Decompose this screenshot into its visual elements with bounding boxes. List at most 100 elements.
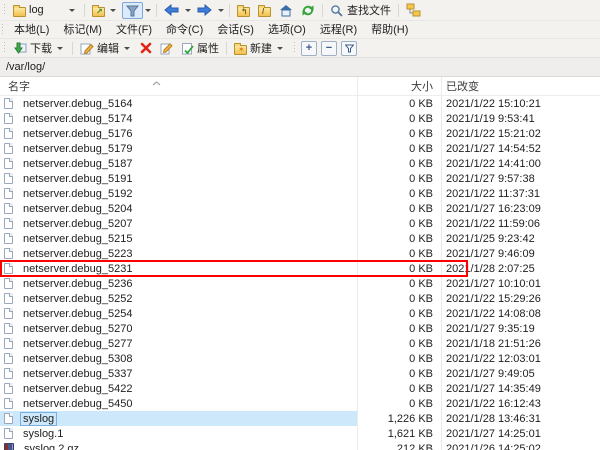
file-name-cell: netserver.debug_5450	[0, 397, 357, 411]
action-toolbar: 下载 编辑	[0, 38, 600, 57]
menu-item[interactable]: 标记(M)	[56, 21, 109, 39]
file-row[interactable]: netserver.debug_51870 KB2021/1/22 14:41:…	[0, 156, 600, 171]
menu-item[interactable]: 本地(L)	[7, 21, 56, 39]
list-header: 名字 大小 已改变	[0, 77, 600, 96]
file-size: 1,226 KB	[357, 413, 441, 425]
toolbar-grip[interactable]	[293, 42, 296, 54]
path-bar[interactable]: /var/log/	[0, 57, 600, 77]
address-toolbar: log ↗ ↰ /	[0, 0, 600, 20]
menu-item[interactable]: 远程(R)	[313, 21, 364, 39]
column-header-size[interactable]: 大小	[357, 78, 441, 94]
file-row[interactable]: netserver.debug_51640 KB2021/1/22 15:10:…	[0, 96, 600, 111]
unselect-files-button[interactable]: −	[321, 41, 337, 56]
file-row[interactable]: netserver.debug_51920 KB2021/1/22 11:37:…	[0, 186, 600, 201]
find-files-button[interactable]: 查找文件	[326, 0, 395, 20]
file-row[interactable]: netserver.debug_51740 KB2021/1/19 9:53:4…	[0, 111, 600, 126]
file-name-cell: netserver.debug_5270	[0, 322, 357, 336]
filter-button[interactable]	[122, 2, 143, 19]
file-row[interactable]: netserver.debug_52310 KB2021/1/28 2:07:2…	[0, 261, 600, 276]
file-name-cell: netserver.debug_5277	[0, 337, 357, 351]
menubar-grip[interactable]	[1, 24, 4, 36]
synchronize-browsing-button[interactable]	[402, 1, 425, 19]
toolbar-grip[interactable]	[3, 4, 6, 16]
chevron-down-icon	[69, 9, 75, 12]
file-changed: 2021/1/22 12:03:01	[441, 353, 541, 365]
toolbar-separator	[322, 4, 323, 17]
menu-item[interactable]: 选项(O)	[261, 21, 313, 39]
rename-button[interactable]	[156, 40, 177, 57]
chevron-down-icon	[110, 9, 116, 12]
file-row[interactable]: netserver.debug_51790 KB2021/1/27 14:54:…	[0, 141, 600, 156]
file-row[interactable]: netserver.debug_53080 KB2021/1/22 12:03:…	[0, 351, 600, 366]
file-size: 0 KB	[357, 128, 441, 140]
menu-item[interactable]: 帮助(H)	[364, 21, 415, 39]
file-row[interactable]: netserver.debug_52520 KB2021/1/22 15:29:…	[0, 291, 600, 306]
file-row[interactable]: netserver.debug_52070 KB2021/1/22 11:59:…	[0, 216, 600, 231]
file-row[interactable]: syslog.2.gz212 KB2021/1/26 14:25:02	[0, 441, 600, 450]
file-row[interactable]: netserver.debug_54220 KB2021/1/27 14:35:…	[0, 381, 600, 396]
filter-small-button[interactable]	[341, 41, 357, 56]
file-size: 0 KB	[357, 323, 441, 335]
edit-button[interactable]: 编辑	[76, 38, 136, 58]
file-name: syslog.2.gz	[21, 442, 82, 450]
file-name-cell: netserver.debug_5179	[0, 142, 357, 156]
file-icon	[4, 158, 13, 169]
download-label: 下载	[30, 40, 52, 56]
toolbar-grip[interactable]	[3, 42, 6, 54]
file-row[interactable]: netserver.debug_51760 KB2021/1/22 15:21:…	[0, 126, 600, 141]
menu-item[interactable]: 会话(S)	[210, 21, 261, 39]
parent-directory-button[interactable]: ↰	[233, 2, 254, 19]
open-directory-button[interactable]: ↗	[88, 2, 122, 19]
file-icon	[4, 188, 13, 199]
toolbar-separator	[156, 4, 157, 17]
refresh-button[interactable]	[297, 2, 319, 19]
file-row[interactable]: syslog.11,621 KB2021/1/27 14:25:01	[0, 426, 600, 441]
file-size: 0 KB	[357, 143, 441, 155]
file-name: netserver.debug_5337	[20, 367, 135, 381]
file-row[interactable]: syslog1,226 KB2021/1/28 13:46:31	[0, 411, 600, 426]
file-size: 0 KB	[357, 293, 441, 305]
download-button[interactable]: 下载	[9, 38, 69, 58]
file-row[interactable]: netserver.debug_53370 KB2021/1/27 9:49:0…	[0, 366, 600, 381]
file-row[interactable]: netserver.debug_52360 KB2021/1/27 10:10:…	[0, 276, 600, 291]
file-row[interactable]: netserver.debug_51910 KB2021/1/27 9:57:3…	[0, 171, 600, 186]
file-size: 0 KB	[357, 188, 441, 200]
directory-combo[interactable]: log	[9, 2, 81, 19]
file-row[interactable]: netserver.debug_54500 KB2021/1/22 16:12:…	[0, 396, 600, 411]
file-name-cell: netserver.debug_5174	[0, 112, 357, 126]
file-changed: 2021/1/22 11:59:06	[441, 218, 540, 230]
column-header-name[interactable]: 名字	[0, 78, 357, 94]
file-size: 0 KB	[357, 98, 441, 110]
file-size: 0 KB	[357, 233, 441, 245]
file-name: netserver.debug_5187	[20, 157, 135, 171]
new-button[interactable]: ✶ 新建	[230, 38, 289, 58]
file-size: 0 KB	[357, 113, 441, 125]
file-row[interactable]: netserver.debug_52770 KB2021/1/18 21:51:…	[0, 336, 600, 351]
delete-button[interactable]	[136, 40, 156, 56]
file-row[interactable]: netserver.debug_52230 KB2021/1/27 9:46:0…	[0, 246, 600, 261]
file-icon	[4, 128, 13, 139]
file-row[interactable]: netserver.debug_52150 KB2021/1/25 9:23:4…	[0, 231, 600, 246]
sort-ascending-icon	[152, 81, 161, 86]
forward-button[interactable]	[193, 2, 216, 18]
file-icon	[4, 308, 13, 319]
home-directory-button[interactable]	[275, 2, 297, 19]
file-row[interactable]: netserver.debug_52040 KB2021/1/27 16:23:…	[0, 201, 600, 216]
file-name: netserver.debug_5191	[20, 172, 135, 186]
toolbar-separator	[72, 42, 73, 55]
document-check-icon	[181, 42, 194, 55]
file-row[interactable]: netserver.debug_52700 KB2021/1/27 9:35:1…	[0, 321, 600, 336]
file-changed: 2021/1/27 9:46:09	[441, 248, 535, 260]
root-directory-button[interactable]: /	[254, 2, 275, 19]
chevron-down-icon	[57, 47, 63, 50]
select-files-button[interactable]: +	[301, 41, 317, 56]
filter-icon	[126, 4, 139, 17]
file-row[interactable]: netserver.debug_52540 KB2021/1/22 14:08:…	[0, 306, 600, 321]
chevron-down-icon	[145, 9, 151, 12]
toolbar-separator	[84, 4, 85, 17]
back-button[interactable]	[160, 2, 183, 18]
column-header-changed[interactable]: 已改变	[441, 78, 479, 94]
menu-item[interactable]: 命令(C)	[159, 21, 210, 39]
properties-button[interactable]: 属性	[177, 38, 223, 58]
menu-item[interactable]: 文件(F)	[109, 21, 159, 39]
